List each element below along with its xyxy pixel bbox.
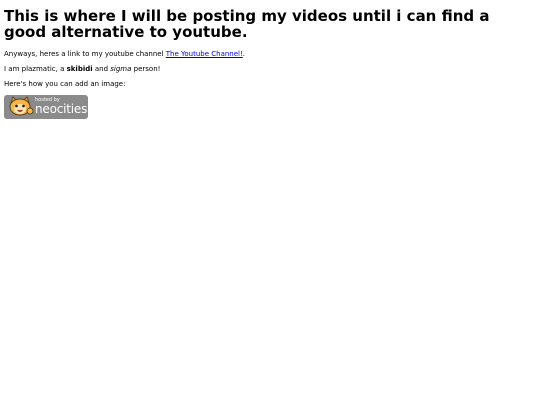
about-paragraph: I am plazmatic, a skibidi and sigma pers… [4, 65, 536, 74]
intro-text: Anyways, heres a link to my youtube chan… [4, 50, 166, 58]
about-text-middle: and [92, 65, 111, 73]
bold-word: skibidi [66, 65, 93, 73]
neocities-cat-mascot-icon [9, 96, 34, 116]
intro-period: . [242, 50, 246, 58]
page-title: This is where I will be posting my video… [4, 7, 490, 41]
italic-word: sigma [110, 65, 132, 73]
intro-paragraph: Anyways, heres a link to my youtube chan… [4, 50, 536, 59]
youtube-channel-link[interactable]: The Youtube Channel! [166, 50, 243, 58]
about-text-end: person! [131, 65, 161, 73]
page-content: This is where I will be posting my video… [0, 0, 540, 119]
hosted-by-neocities-badge[interactable]: hosted by neocities [4, 95, 88, 119]
image-hint-paragraph: Here's how you can add an image: [4, 80, 126, 88]
about-text-start: I am plazmatic, a [4, 65, 67, 73]
badge-big-text: neocities [35, 102, 88, 116]
